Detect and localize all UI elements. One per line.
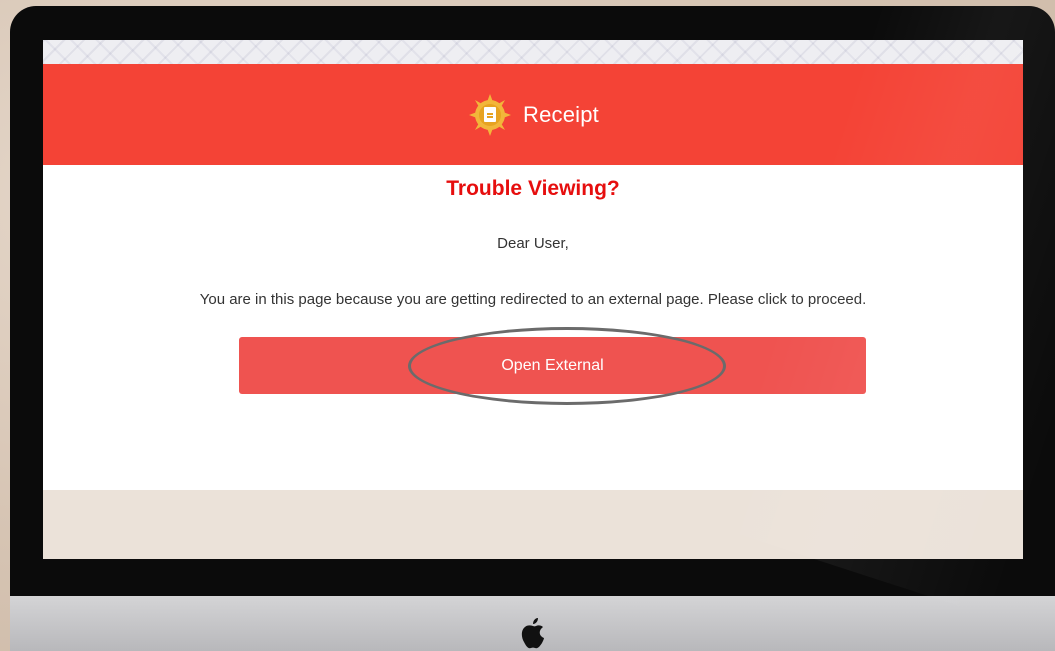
receipt-document-icon [467,92,513,138]
redirect-message: You are in this page because you are get… [199,291,867,308]
monitor-chin [10,596,1055,651]
greeting-text: Dear User, [497,235,569,252]
page-header: Receipt [43,64,1023,165]
apple-logo-icon [521,618,544,649]
header-title: Receipt [523,101,599,127]
pattern-banner [43,40,1023,64]
screen: Receipt Trouble Viewing? Dear User, You … [43,40,1023,559]
highlight-ring [408,327,726,405]
main-content: Trouble Viewing? Dear User, You are in t… [43,165,1023,490]
page-title: Trouble Viewing? [446,177,620,200]
monitor-frame: Receipt Trouble Viewing? Dear User, You … [10,6,1055,651]
